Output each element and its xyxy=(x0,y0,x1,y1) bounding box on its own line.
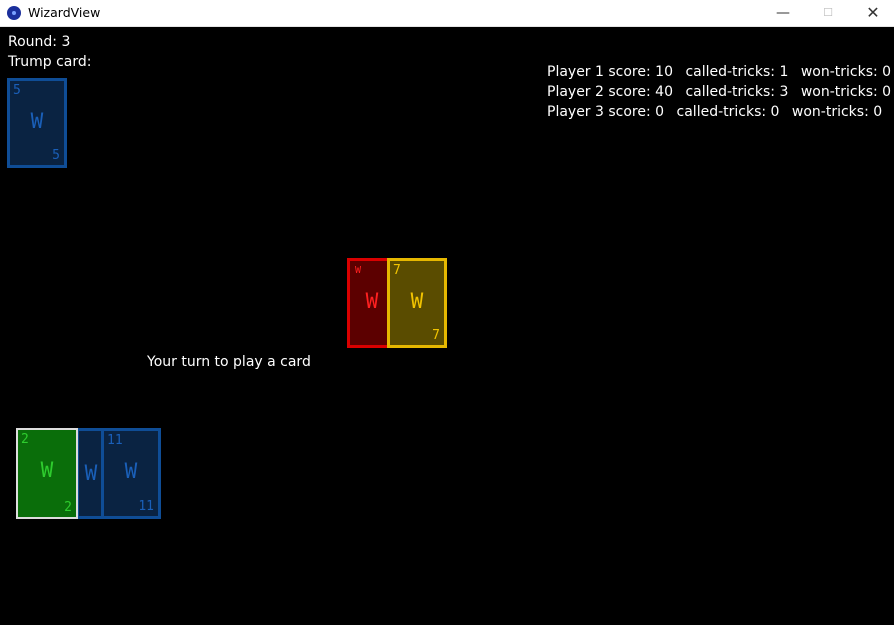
won-tricks-text: won-tricks: 0 xyxy=(800,84,892,100)
maximize-button[interactable]: ☐ xyxy=(805,0,851,27)
card-center: W xyxy=(40,458,54,482)
card-center: W xyxy=(124,459,138,483)
called-tricks-text: called-tricks: 0 xyxy=(676,104,780,120)
card-corner-bottom: 7 xyxy=(432,328,440,343)
trump-card: 5 W 5 xyxy=(7,78,67,168)
card-center: W xyxy=(84,461,98,485)
player-2-score: Player 2 score: 40 called-tricks: 3 won-… xyxy=(547,84,891,100)
score-text: Player 3 score: 0 xyxy=(547,104,665,120)
card-corner-top: 7 xyxy=(393,263,401,278)
won-tricks-text: won-tricks: 0 xyxy=(800,64,892,80)
score-text: Player 1 score: 10 xyxy=(547,64,673,80)
card-center: W xyxy=(30,109,44,133)
app-icon xyxy=(7,6,21,20)
won-tricks-text: won-tricks: 0 xyxy=(791,104,883,120)
card-center: W xyxy=(365,289,379,313)
title-bar: WizardView — ☐ ✕ xyxy=(0,0,894,27)
turn-message: Your turn to play a card xyxy=(147,354,311,370)
window-title: WizardView xyxy=(28,5,101,20)
card-corner-bottom: 5 xyxy=(52,148,60,163)
round-label: Round: 3 xyxy=(8,34,71,50)
score-text: Player 2 score: 40 xyxy=(547,84,673,100)
close-button[interactable]: ✕ xyxy=(850,0,894,27)
card-corner-top: 2 xyxy=(21,432,29,447)
called-tricks-text: called-tricks: 1 xyxy=(685,64,789,80)
minimize-button[interactable]: — xyxy=(760,0,806,27)
called-tricks-text: called-tricks: 3 xyxy=(685,84,789,100)
player-3-score: Player 3 score: 0 called-tricks: 0 won-t… xyxy=(547,104,882,120)
played-card-red: W W xyxy=(347,258,391,348)
card-corner-top: 5 xyxy=(13,83,21,98)
player-1-score: Player 1 score: 10 called-tricks: 1 won-… xyxy=(547,64,891,80)
card-corner-top: W xyxy=(355,265,362,276)
hand-card-blue-11[interactable]: 11 W 11 xyxy=(101,428,161,519)
card-corner-top: 11 xyxy=(107,433,123,448)
trump-card-label: Trump card: xyxy=(8,54,92,70)
card-corner-bottom: 2 xyxy=(64,500,72,515)
card-corner-bottom: 11 xyxy=(138,499,154,514)
hand-card-green-2[interactable]: 2 W 2 xyxy=(16,428,78,519)
played-card-yellow: 7 W 7 xyxy=(387,258,447,348)
card-center: W xyxy=(410,289,424,313)
